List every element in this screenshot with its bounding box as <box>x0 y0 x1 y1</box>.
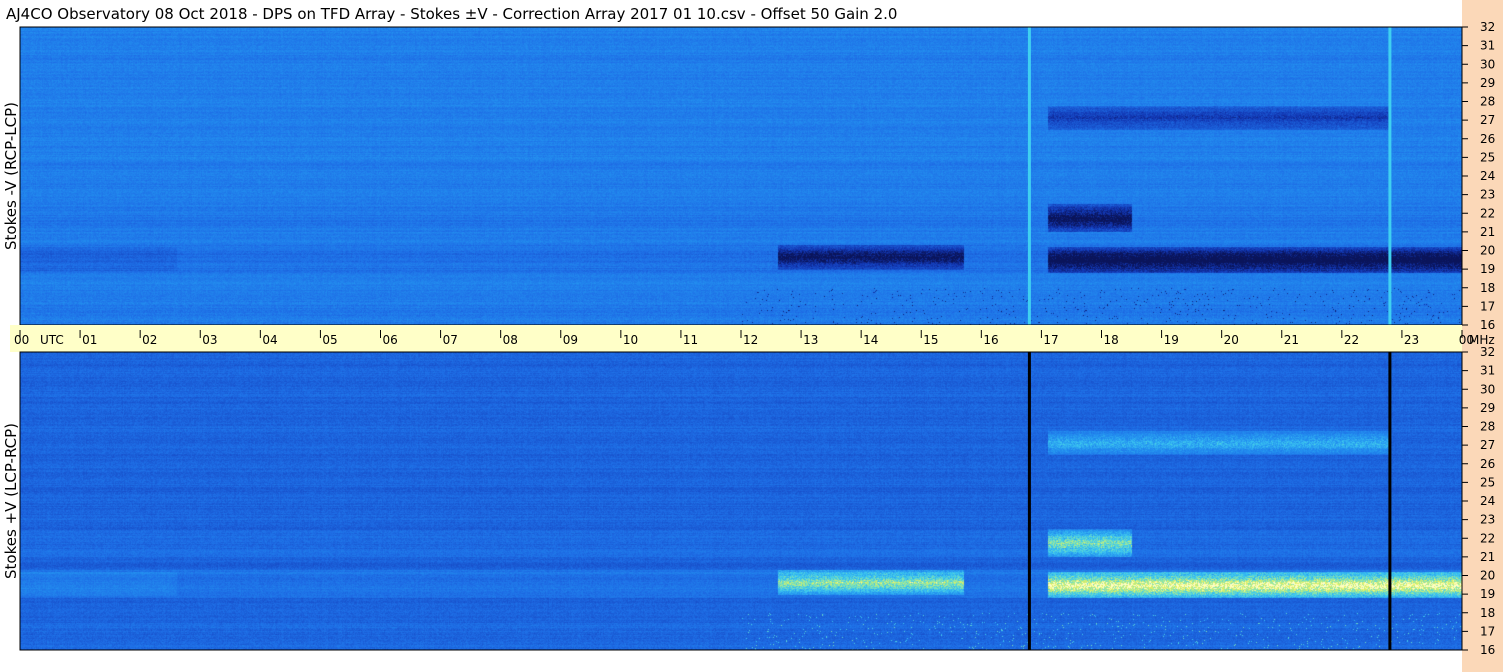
heatmap-top <box>20 27 1462 325</box>
y-tick-label: 28 <box>1480 95 1495 109</box>
x-tick-label: 03 <box>202 333 217 347</box>
y-tick-label: 18 <box>1480 281 1495 295</box>
y-tick-label: 21 <box>1480 225 1495 239</box>
y-tick-label: 19 <box>1480 587 1495 601</box>
y-tick-label: 31 <box>1480 364 1495 378</box>
y-tick-label: 16 <box>1480 643 1495 657</box>
x-tick-label: 05 <box>322 333 337 347</box>
x-tick-label: 13 <box>803 333 818 347</box>
utc-label: UTC <box>40 333 64 347</box>
x-tick-label: 07 <box>443 333 458 347</box>
x-tick-label: 19 <box>1164 333 1179 347</box>
ylabel-bottom: Stokes +V (LCP-RCP) <box>2 423 20 579</box>
y-tick-label: 24 <box>1480 169 1495 183</box>
y-tick-label: 19 <box>1480 262 1495 276</box>
panel-bottom: Stokes +V (LCP-RCP) 16 17 18 19 20 21 22 23 24 25… <box>2 345 1495 657</box>
y-tick-label: 28 <box>1480 420 1495 434</box>
x-tick-label: 09 <box>563 333 578 347</box>
y-tick-label: 27 <box>1480 113 1495 127</box>
panel-top: Stokes -V (RCP-LCP) 16 17 18 19 20 21 22 23 24 25… <box>2 20 1495 332</box>
vertical-line <box>1027 352 1031 650</box>
spectrogram-chart: AJ4CO Observatory 08 Oct 2018 - DPS on T… <box>0 0 1503 672</box>
x-tick-label: 10 <box>623 333 638 347</box>
y-tick-label: 26 <box>1480 457 1495 471</box>
ylabel-top: Stokes -V (RCP-LCP) <box>2 102 20 250</box>
vertical-line <box>1027 27 1031 325</box>
y-tick-label: 17 <box>1480 624 1495 638</box>
y-tick-label: 29 <box>1480 76 1495 90</box>
y-tick-label: 25 <box>1480 150 1495 164</box>
x-tick-label: 04 <box>262 333 277 347</box>
y-tick-label: 22 <box>1480 206 1495 220</box>
x-tick-label: 17 <box>1043 333 1058 347</box>
time-axis-band <box>10 325 1462 352</box>
y-tick-label: 21 <box>1480 550 1495 564</box>
y-tick-label: 31 <box>1480 39 1495 53</box>
y-tick-label: 27 <box>1480 438 1495 452</box>
y-tick-label: 32 <box>1480 20 1495 34</box>
vertical-line <box>1388 352 1392 650</box>
x-tick-label: 08 <box>503 333 518 347</box>
x-tick-label: 16 <box>983 333 998 347</box>
y-tick-label: 20 <box>1480 569 1495 583</box>
vertical-line <box>1388 27 1392 325</box>
y-tick-label: 26 <box>1480 132 1495 146</box>
x-tick-label: 12 <box>743 333 758 347</box>
x-tick-label: 15 <box>923 333 938 347</box>
x-tick-label: 00 <box>14 333 29 347</box>
y-tick-label: 16 <box>1480 318 1495 332</box>
x-tick-label: 21 <box>1284 333 1299 347</box>
y-tick-label: 22 <box>1480 531 1495 545</box>
y-tick-label: 23 <box>1480 188 1495 202</box>
x-tick-label: 20 <box>1224 333 1239 347</box>
y-tick-label: 29 <box>1480 401 1495 415</box>
chart-title: AJ4CO Observatory 08 Oct 2018 - DPS on T… <box>6 5 897 23</box>
y-tick-label: 24 <box>1480 494 1495 508</box>
x-tick-label: 18 <box>1104 333 1119 347</box>
x-tick-label: 22 <box>1344 333 1359 347</box>
y-tick-label: 20 <box>1480 244 1495 258</box>
y-tick-label: 30 <box>1480 57 1495 71</box>
time-axis: 00 01 02 03 04 05 06 07 08 09 10 11 12 13 14 15 16 17 18 19… <box>10 325 1495 352</box>
spectrogram-view: AJ4CO Observatory 08 Oct 2018 - DPS on T… <box>0 0 1503 672</box>
x-tick-label: 01 <box>82 333 97 347</box>
y-tick-label: 25 <box>1480 475 1495 489</box>
x-tick-label: 11 <box>683 333 698 347</box>
x-tick-label: 23 <box>1404 333 1419 347</box>
x-tick-label: 14 <box>863 333 878 347</box>
y-tick-label: 30 <box>1480 382 1495 396</box>
y-tick-label: 32 <box>1480 345 1495 359</box>
x-tick-label: 02 <box>142 333 157 347</box>
y-tick-label: 23 <box>1480 513 1495 527</box>
y-tick-label: 18 <box>1480 606 1495 620</box>
y-tick-label: 17 <box>1480 299 1495 313</box>
x-tick-label: 06 <box>383 333 398 347</box>
heatmap-bottom <box>20 352 1462 650</box>
